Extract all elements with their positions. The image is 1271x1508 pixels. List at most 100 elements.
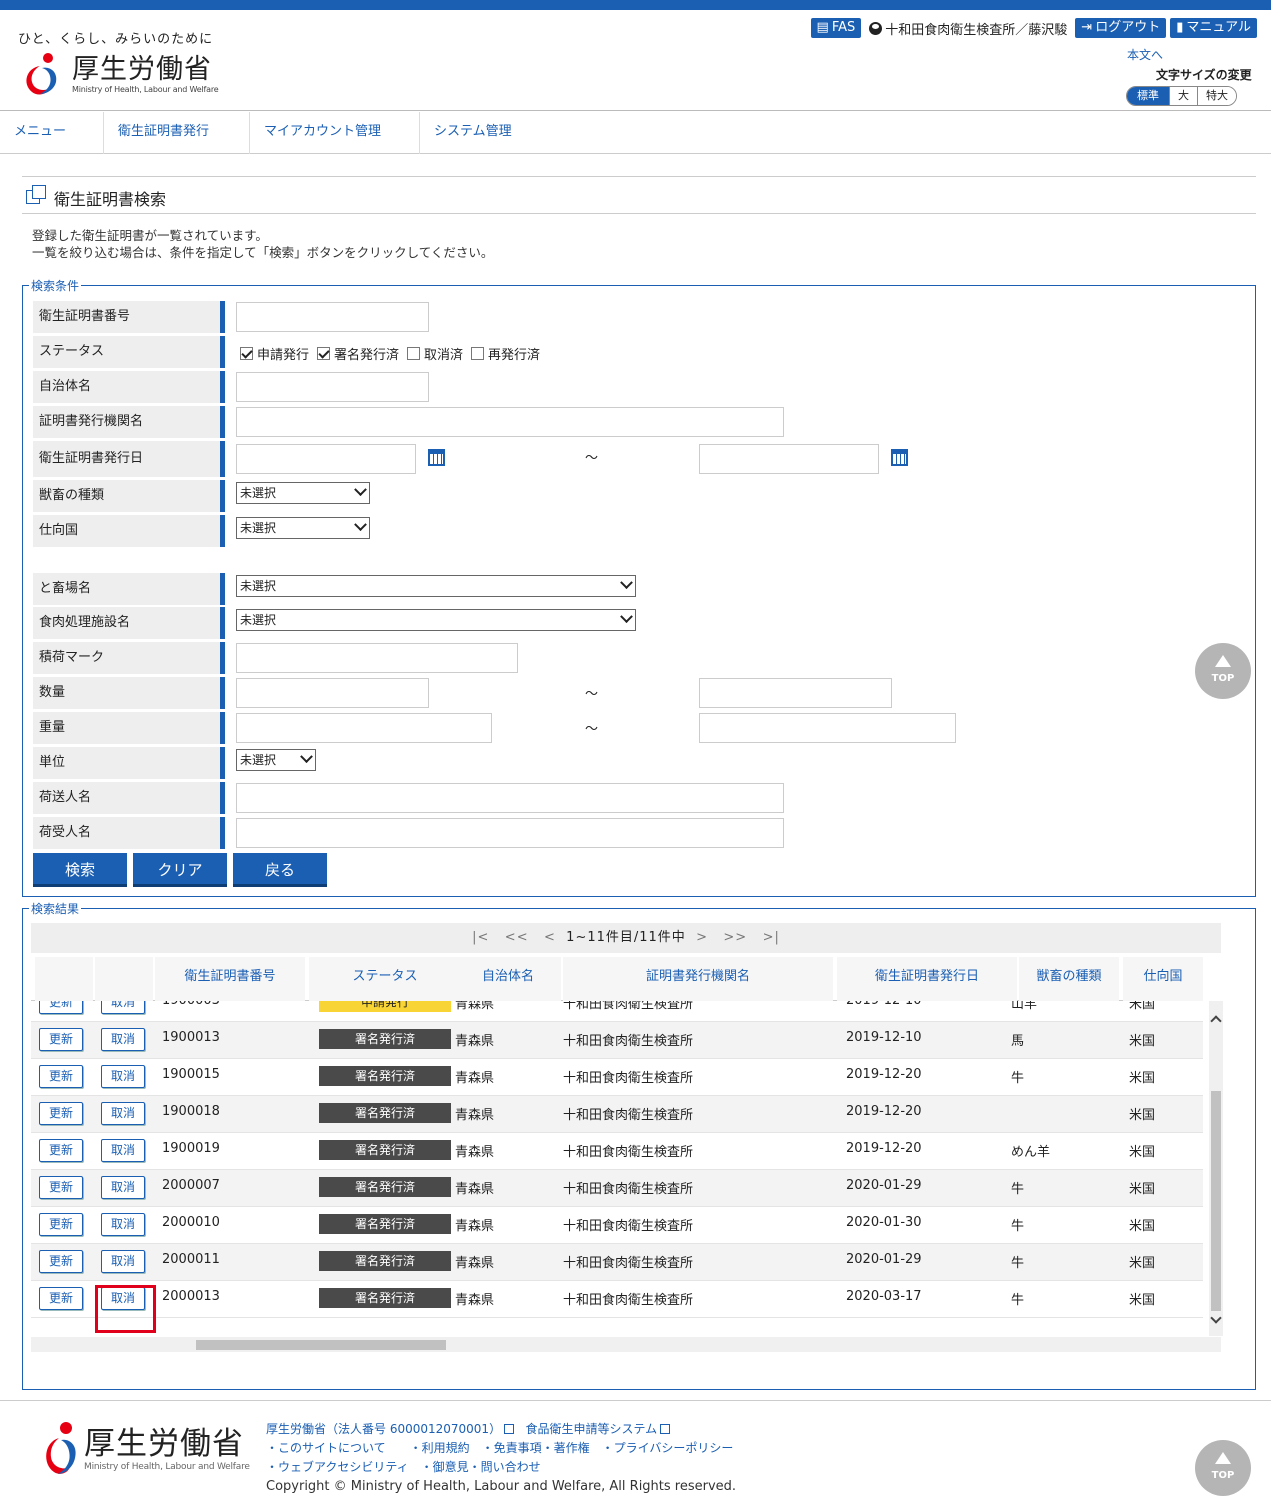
cell-municipality: 青森県: [455, 1034, 495, 1049]
shipper-input[interactable]: [236, 783, 784, 813]
cancel-button[interactable]: 取消: [101, 1028, 145, 1051]
font-size-standard[interactable]: 標準: [1127, 87, 1169, 105]
nav-menu[interactable]: メニュー: [0, 112, 104, 154]
livestock-select[interactable]: 未選択: [236, 482, 370, 504]
clear-button[interactable]: クリア: [133, 853, 227, 887]
cell-issue-date: 2019-12-20: [846, 1141, 922, 1156]
manual-button[interactable]: ▮ マニュアル: [1170, 18, 1257, 38]
nav-my-account[interactable]: マイアカウント管理: [250, 112, 420, 154]
status-applied-checkbox[interactable]: 申請発行: [240, 344, 309, 363]
page-title-bar: 衛生証明書検索: [22, 176, 1256, 214]
cancel-button[interactable]: 取消: [101, 1213, 145, 1236]
weight-from-input[interactable]: [236, 713, 492, 743]
update-button[interactable]: 更新: [39, 1065, 83, 1088]
consignee-input[interactable]: [236, 818, 784, 848]
cancel-button[interactable]: 取消: [101, 1250, 145, 1273]
top-bar: [0, 0, 1271, 10]
quantity-from-input[interactable]: [236, 678, 429, 708]
row-quantity: 数量 ～: [33, 677, 1233, 709]
mhlw-logo[interactable]: 厚生労働省 Ministry of Health, Labour and Wel…: [18, 50, 219, 98]
cell-livestock: 牛: [1011, 1256, 1025, 1271]
issuer-input[interactable]: [236, 407, 784, 437]
col-livestock[interactable]: 獣畜の種類: [1019, 957, 1119, 1001]
calendar-icon[interactable]: [428, 449, 445, 466]
pager-next[interactable]: >: [696, 930, 708, 945]
status-signed-checkbox[interactable]: 署名発行済: [317, 344, 399, 363]
col-status[interactable]: ステータス: [309, 957, 461, 1001]
results-legend: 検索結果: [29, 900, 82, 917]
col-issue-date[interactable]: 衛生証明書発行日: [837, 957, 1017, 1001]
card-icon: ▤: [816, 20, 829, 35]
update-button[interactable]: 更新: [39, 1250, 83, 1273]
skip-to-content-link[interactable]: 本文へ: [1127, 46, 1163, 63]
back-to-top-button[interactable]: TOP: [1195, 643, 1251, 699]
status-reissued-checkbox[interactable]: 再発行済: [471, 344, 540, 363]
footer-system-link[interactable]: 食品衛生申請等システム: [526, 1422, 658, 1436]
col-destination[interactable]: 仕向国: [1123, 957, 1203, 1001]
footer-links-2[interactable]: ・ウェブアクセシビリティ ・御意見・問い合わせ: [266, 1458, 736, 1477]
logout-button[interactable]: ⇥ ログアウト: [1075, 18, 1167, 38]
status-badge: 署名発行済: [319, 1288, 451, 1308]
back-to-top-button[interactable]: TOP: [1195, 1440, 1251, 1496]
font-size-large[interactable]: 大: [1169, 87, 1197, 105]
user-icon: [869, 21, 883, 35]
cert-no-input[interactable]: [236, 302, 429, 332]
cell-municipality: 青森県: [455, 1219, 495, 1234]
col-municipality[interactable]: 自治体名: [455, 957, 561, 1001]
update-button[interactable]: 更新: [39, 1213, 83, 1236]
cancel-button[interactable]: 取消: [101, 1176, 145, 1199]
update-button[interactable]: 更新: [39, 1287, 83, 1310]
font-size-xlarge[interactable]: 特大: [1197, 87, 1236, 105]
mark-input[interactable]: [236, 643, 518, 673]
pager-prev[interactable]: <: [544, 930, 556, 945]
issue-date-to-input[interactable]: [699, 444, 879, 474]
row-issuer: 証明書発行機関名: [33, 406, 1233, 438]
cancel-button[interactable]: 取消: [101, 1065, 145, 1088]
pager-prev-block[interactable]: <<: [505, 930, 529, 945]
calendar-icon[interactable]: [891, 449, 908, 466]
footer-info: 厚生労働省（法人番号 6000012070001） 食品衛生申請等システム ・こ…: [266, 1420, 736, 1496]
cell-livestock: 牛: [1011, 1071, 1025, 1086]
status-badge: 署名発行済: [319, 1177, 451, 1197]
facility-select[interactable]: 未選択: [236, 609, 636, 631]
col-cert-no[interactable]: 衛生証明書番号: [155, 957, 305, 1001]
update-button[interactable]: 更新: [39, 1001, 83, 1014]
update-button[interactable]: 更新: [39, 1176, 83, 1199]
footer-links-1[interactable]: ・このサイトについて ・利用規約 ・免責事項・著作権 ・プライバシーポリシー: [266, 1439, 736, 1458]
footer-logo[interactable]: 厚生労働省 Ministry of Health, Labour and Wel…: [42, 1420, 250, 1478]
footer-org-link[interactable]: 厚生労働省（法人番号 6000012070001）: [266, 1422, 501, 1436]
slaughterhouse-select[interactable]: 未選択: [236, 575, 636, 597]
font-size-label: 文字サイズの変更: [1156, 68, 1252, 82]
pager-last[interactable]: >|: [763, 930, 780, 945]
unit-select[interactable]: 未選択: [236, 749, 316, 771]
weight-to-input[interactable]: [699, 713, 956, 743]
horizontal-scrollbar[interactable]: [31, 1337, 1221, 1352]
utility-bar: ▤ FAS 十和田食肉衛生検査所／藤沢駿 ⇥ ログアウト ▮ マニュアル: [810, 18, 1257, 38]
destination-select[interactable]: 未選択: [236, 517, 370, 539]
municipality-input[interactable]: [236, 372, 429, 402]
cell-destination: 米国: [1129, 1034, 1156, 1049]
cancel-button[interactable]: 取消: [101, 1139, 145, 1162]
cancel-button[interactable]: 取消: [101, 1102, 145, 1125]
scroll-down-arrow-icon[interactable]: [1210, 1312, 1222, 1324]
cell-cert-no: 1900013: [162, 1030, 220, 1045]
scroll-up-arrow-icon[interactable]: [1210, 1015, 1222, 1027]
vertical-scrollbar[interactable]: [1209, 1001, 1223, 1336]
issue-date-from-input[interactable]: [236, 444, 416, 474]
status-cancelled-checkbox[interactable]: 取消済: [407, 344, 463, 363]
quantity-to-input[interactable]: [699, 678, 892, 708]
cell-issue-date: 2020-01-29: [846, 1178, 922, 1193]
col-issuer[interactable]: 証明書発行機関名: [563, 957, 833, 1001]
back-button[interactable]: 戻る: [233, 853, 327, 887]
nav-cert-issue[interactable]: 衛生証明書発行: [104, 112, 250, 154]
pager-next-block[interactable]: >>: [723, 930, 747, 945]
update-button[interactable]: 更新: [39, 1028, 83, 1051]
update-button[interactable]: 更新: [39, 1139, 83, 1162]
fas-button[interactable]: ▤ FAS: [810, 18, 862, 38]
update-button[interactable]: 更新: [39, 1102, 83, 1125]
cell-livestock: 山羊: [1011, 1001, 1038, 1012]
cancel-button[interactable]: 取消: [101, 1001, 145, 1014]
nav-system-admin[interactable]: システム管理: [420, 112, 560, 154]
search-button[interactable]: 検索: [33, 853, 127, 887]
pager-first[interactable]: |<: [472, 930, 489, 945]
